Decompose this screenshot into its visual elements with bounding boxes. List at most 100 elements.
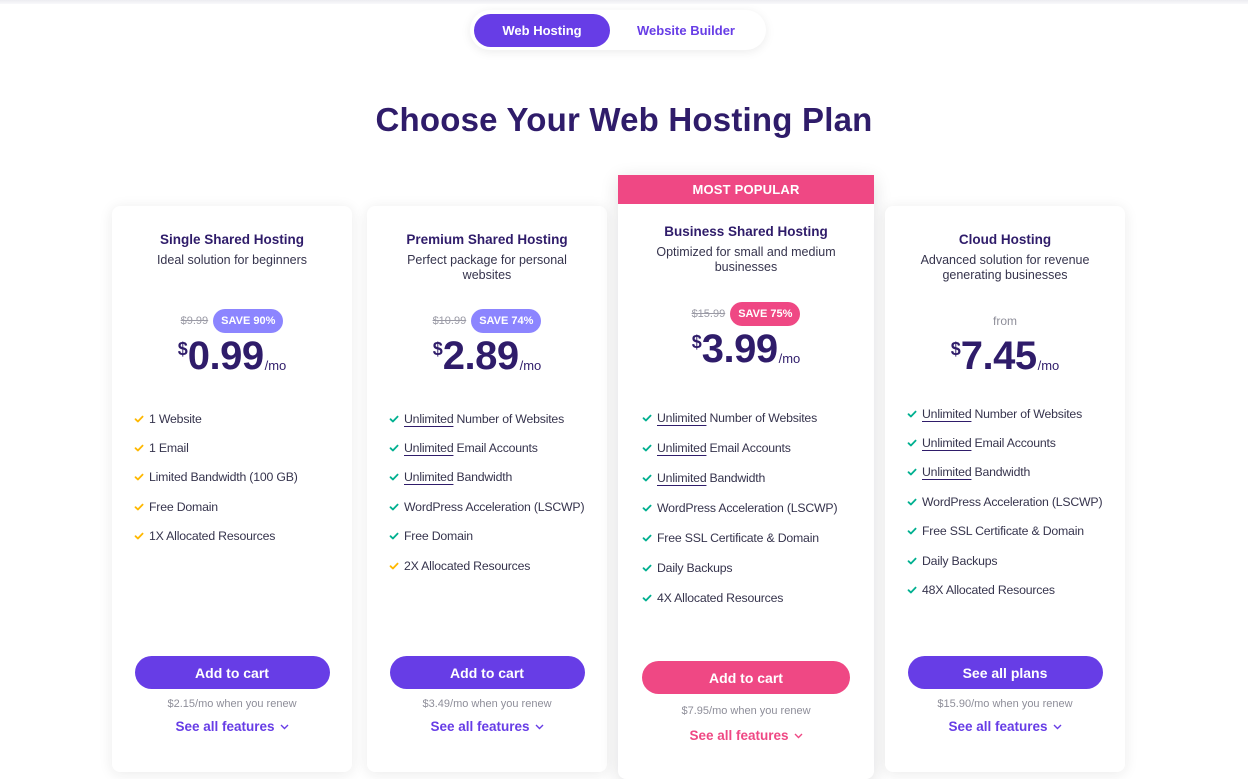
feature-tooltip-term[interactable]: Unlimited (404, 441, 454, 455)
see-all-plans-button[interactable]: See all plans (907, 656, 1103, 689)
checkmark-icon (642, 504, 652, 512)
feature-text: Email Accounts (974, 436, 1056, 451)
price: $ 3.99 /mo (618, 328, 874, 370)
feature-item: WordPress Acceleration (LSCWP) (642, 493, 838, 523)
feature-list: Unlimited Number of Websites Unlimited Emai… (389, 404, 585, 580)
original-price: $15.99 (691, 308, 726, 320)
price-amount: 0.99 (187, 334, 264, 378)
checkmark-icon (907, 557, 917, 565)
feature-item: 48X Allocated Resources (907, 575, 1102, 604)
plan-description: Optimized for small and medium businesse… (656, 245, 836, 274)
renewal-price: $2.15/mo when you renew (167, 698, 297, 710)
feature-item: Unlimited Email Accounts (907, 428, 1102, 457)
feature-tooltip-term[interactable]: Unlimited (404, 412, 454, 426)
renewal-price: $15.90/mo when you renew (937, 698, 1073, 710)
checkmark-icon (134, 474, 144, 481)
checkmark-icon (907, 586, 917, 594)
checkmark-icon (134, 503, 144, 511)
feature-text: Number of Websites (974, 406, 1083, 421)
checkmark-icon (134, 444, 144, 452)
checkmark-icon (642, 414, 652, 422)
price-block: $15.99 SAVE 75% $ 3.99 /mo (618, 302, 874, 370)
see-all-features-link[interactable]: See all features (948, 719, 1062, 734)
feature-tooltip-term[interactable]: Unlimited (922, 436, 972, 450)
feature-item: 2X Allocated Resources (389, 551, 584, 580)
see-all-features-link[interactable]: See all features (689, 728, 803, 743)
see-all-features-label: See all features (175, 719, 275, 734)
feature-item: Limited Bandwidth (100 GB) (134, 463, 298, 492)
tab-website-builder[interactable]: Website Builder (610, 14, 762, 47)
plan-description: Advanced solution for revenue generating… (920, 253, 1090, 282)
checkmark-icon (389, 532, 399, 540)
feature-item: 1 Email (134, 433, 298, 462)
checkmark-icon (907, 498, 917, 506)
feature-text: Number of Websites (456, 411, 565, 426)
feature-text: WordPress Acceleration (LSCWP) (922, 494, 1103, 509)
price: $ 2.89 /mo (367, 335, 607, 377)
feature-tooltip-term[interactable]: Unlimited (922, 407, 972, 421)
feature-text: 1 Website (149, 411, 202, 426)
plan-description: Perfect package for personal websites (407, 253, 567, 282)
feature-item: Daily Backups (642, 553, 837, 583)
checkmark-icon (907, 439, 917, 447)
feature-item: Free SSL Certificate & Domain (642, 523, 837, 553)
feature-text: Limited Bandwidth (100 GB) (149, 470, 298, 485)
feature-text: Number of Websites (709, 411, 818, 425)
feature-text: Email Accounts (709, 441, 791, 455)
see-all-features-label: See all features (948, 719, 1048, 734)
feature-item: 1X Allocated Resources (134, 522, 298, 551)
feature-tooltip-term[interactable]: Unlimited (404, 470, 454, 484)
see-all-features-label: See all features (430, 719, 530, 734)
price-amount: 3.99 (701, 327, 778, 371)
feature-item: Daily Backups (907, 546, 1102, 575)
plan-card-premium: Premium Shared Hosting Perfect package f… (367, 206, 607, 772)
currency-symbol: $ (177, 339, 188, 359)
feature-text: 1 Email (149, 441, 189, 456)
checkmark-icon (389, 562, 399, 570)
price-period: /mo (264, 358, 287, 373)
checkmark-icon (642, 594, 652, 602)
checkmark-icon (134, 532, 144, 540)
plan-name: Cloud Hosting (958, 232, 1052, 247)
feature-text: Bandwidth (974, 465, 1031, 480)
feature-item: Free SSL Certificate & Domain (907, 517, 1102, 546)
price-block: from $ 7.45 /mo (885, 309, 1125, 377)
feature-item: Unlimited Number of Websites (389, 404, 584, 433)
feature-tooltip-term[interactable]: Unlimited (922, 465, 972, 479)
price-amount: 2.89 (442, 334, 519, 378)
tab-web-hosting[interactable]: Web Hosting (474, 13, 610, 47)
add-to-cart-button[interactable]: Add to cart (134, 656, 330, 689)
chevron-down-icon (1053, 724, 1062, 729)
feature-list: Unlimited Number of Websites Unlimited Emai… (642, 403, 838, 613)
price-amount: 7.45 (960, 334, 1037, 378)
top-divider (0, 0, 1248, 4)
feature-text: Bandwidth (456, 470, 513, 485)
product-tabs: Web Hosting Website Builder (470, 10, 766, 50)
feature-text: 4X Allocated Resources (657, 591, 784, 605)
add-to-cart-button[interactable]: Add to cart (389, 656, 585, 689)
feature-text: 2X Allocated Resources (404, 558, 531, 573)
renewal-price: $7.95/mo when you renew (681, 705, 811, 717)
add-to-cart-button[interactable]: Add to cart (642, 661, 850, 694)
checkmark-icon (642, 564, 652, 572)
checkmark-icon (642, 534, 652, 542)
discount-badge: SAVE 75% (730, 302, 801, 326)
see-all-features-link[interactable]: See all features (430, 719, 544, 734)
feature-tooltip-term[interactable]: Unlimited (657, 411, 707, 425)
feature-tooltip-term[interactable]: Unlimited (657, 471, 707, 485)
discount-badge: SAVE 90% (213, 309, 284, 333)
see-all-features-link[interactable]: See all features (175, 719, 289, 734)
feature-tooltip-term[interactable]: Unlimited (657, 441, 707, 455)
feature-item: 1 Website (134, 404, 298, 433)
feature-item: Unlimited Bandwidth (907, 458, 1102, 487)
price: $ 7.45 /mo (885, 335, 1125, 377)
feature-text: 1X Allocated Resources (149, 529, 276, 544)
plan-name: Premium Shared Hosting (406, 232, 568, 247)
feature-list: 1 Website 1 Email Limited Bandwidth (100 G… (134, 404, 298, 551)
price-block: $9.99 SAVE 90% $ 0.99 /mo (112, 309, 352, 377)
feature-text: 48X Allocated Resources (922, 583, 1055, 598)
price-block: $10.99 SAVE 74% $ 2.89 /mo (367, 309, 607, 377)
feature-text: Free Domain (404, 529, 473, 544)
feature-item: 4X Allocated Resources (642, 583, 837, 613)
checkmark-icon (907, 410, 917, 418)
